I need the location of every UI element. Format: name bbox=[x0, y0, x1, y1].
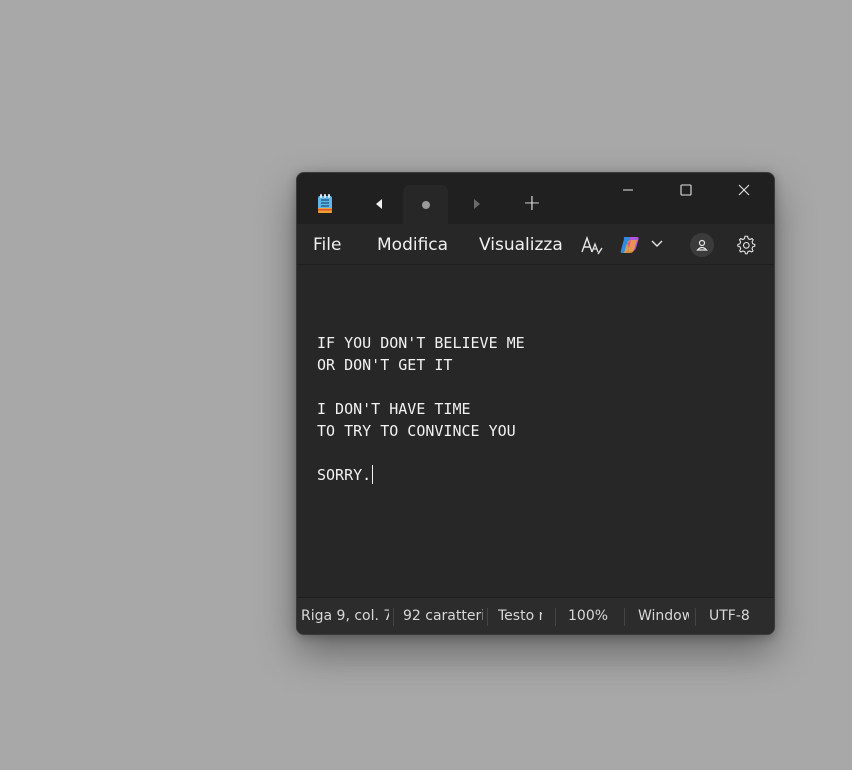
caret-left-icon bbox=[376, 199, 382, 209]
copilot-dropdown-button[interactable] bbox=[649, 236, 665, 252]
minimize-icon bbox=[623, 189, 633, 191]
account-icon bbox=[696, 239, 708, 251]
copilot-button[interactable] bbox=[617, 232, 643, 258]
close-button[interactable] bbox=[721, 173, 767, 207]
caret-right-icon bbox=[474, 199, 480, 209]
settings-gear-icon bbox=[737, 235, 756, 255]
status-bar: Riga 9, col. 7 92 caratteri Testo r 100%… bbox=[297, 597, 774, 634]
status-cursor-position: Riga 9, col. 7 bbox=[301, 608, 389, 624]
status-text-format[interactable]: Testo r bbox=[498, 598, 542, 634]
settings-button[interactable] bbox=[734, 233, 758, 257]
text-editor[interactable]: IF YOU DON'T BELIEVE ME OR DON'T GET IT … bbox=[297, 265, 774, 597]
unsaved-dot-icon bbox=[421, 200, 430, 209]
status-divider bbox=[393, 608, 394, 626]
scroll-tabs-left-button[interactable] bbox=[366, 191, 392, 217]
notepad-app-icon bbox=[317, 194, 333, 214]
close-icon bbox=[738, 184, 750, 196]
menu-edit[interactable]: Modifica bbox=[377, 224, 448, 264]
status-divider bbox=[624, 608, 625, 626]
text-caret bbox=[372, 465, 374, 484]
text-format-button[interactable] bbox=[580, 233, 604, 257]
menu-bar: File Modifica Visualizza bbox=[297, 224, 774, 265]
status-divider bbox=[487, 608, 488, 626]
minimize-button[interactable] bbox=[605, 173, 651, 207]
text-format-icon bbox=[581, 235, 603, 255]
account-button[interactable] bbox=[690, 233, 714, 257]
status-divider bbox=[695, 608, 696, 626]
status-zoom[interactable]: 100% bbox=[568, 598, 612, 634]
chevron-down-icon bbox=[651, 240, 663, 247]
document-text[interactable]: IF YOU DON'T BELIEVE ME OR DON'T GET IT … bbox=[317, 332, 525, 486]
scroll-tabs-right-button[interactable] bbox=[464, 191, 490, 217]
title-bar[interactable]: + bbox=[297, 173, 774, 224]
maximize-button[interactable] bbox=[663, 173, 709, 207]
status-divider bbox=[555, 608, 556, 626]
maximize-icon bbox=[680, 184, 692, 196]
new-tab-button[interactable]: + bbox=[519, 190, 545, 218]
menu-view[interactable]: Visualizza bbox=[479, 224, 563, 264]
status-encoding: UTF-8 bbox=[709, 608, 750, 624]
notepad-window: + File Modifica Visualizza IF YOU DON'T … bbox=[296, 172, 775, 635]
menu-file[interactable]: File bbox=[313, 224, 341, 264]
document-content: IF YOU DON'T BELIEVE ME OR DON'T GET IT … bbox=[317, 334, 525, 484]
status-character-count: 92 caratteri bbox=[403, 608, 483, 624]
status-line-ending: Window bbox=[638, 608, 689, 624]
copilot-icon bbox=[620, 237, 639, 253]
tab-untitled[interactable] bbox=[403, 185, 448, 224]
